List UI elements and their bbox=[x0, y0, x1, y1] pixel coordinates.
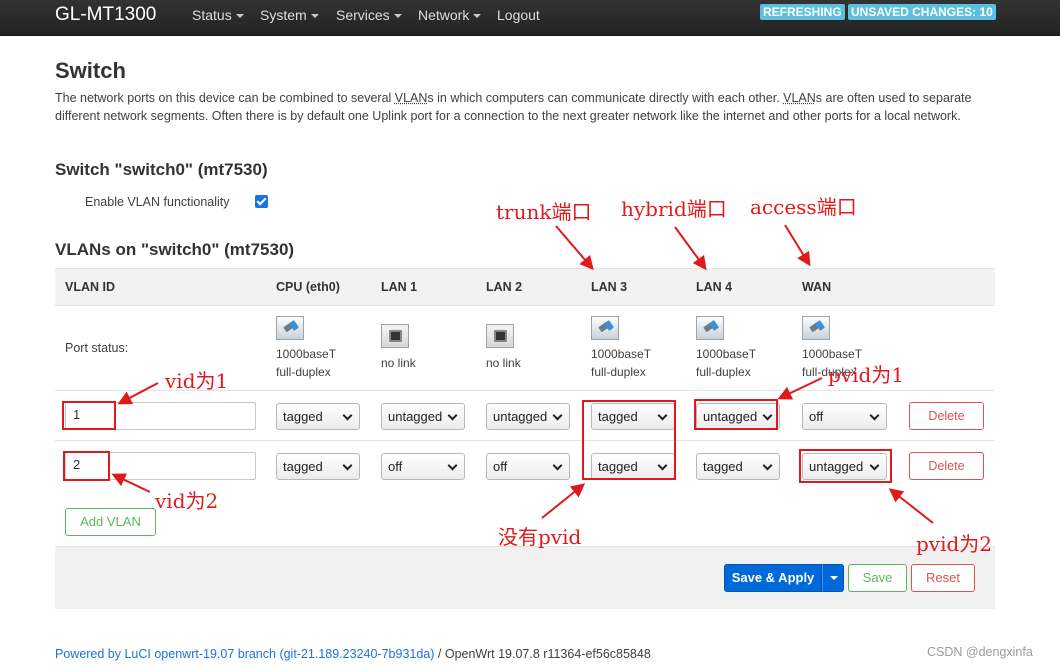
annotation-arrows bbox=[111, 224, 934, 524]
arrow-trunk bbox=[555, 225, 594, 271]
arrow-vid1 bbox=[117, 382, 159, 405]
arrow-hybrid bbox=[674, 226, 707, 271]
arrow-vid2 bbox=[111, 473, 151, 493]
arrow-access bbox=[784, 224, 811, 267]
arrow-pvid2 bbox=[888, 488, 934, 524]
arrow-no-pvid bbox=[541, 483, 586, 519]
arrow-pvid1 bbox=[777, 377, 823, 400]
